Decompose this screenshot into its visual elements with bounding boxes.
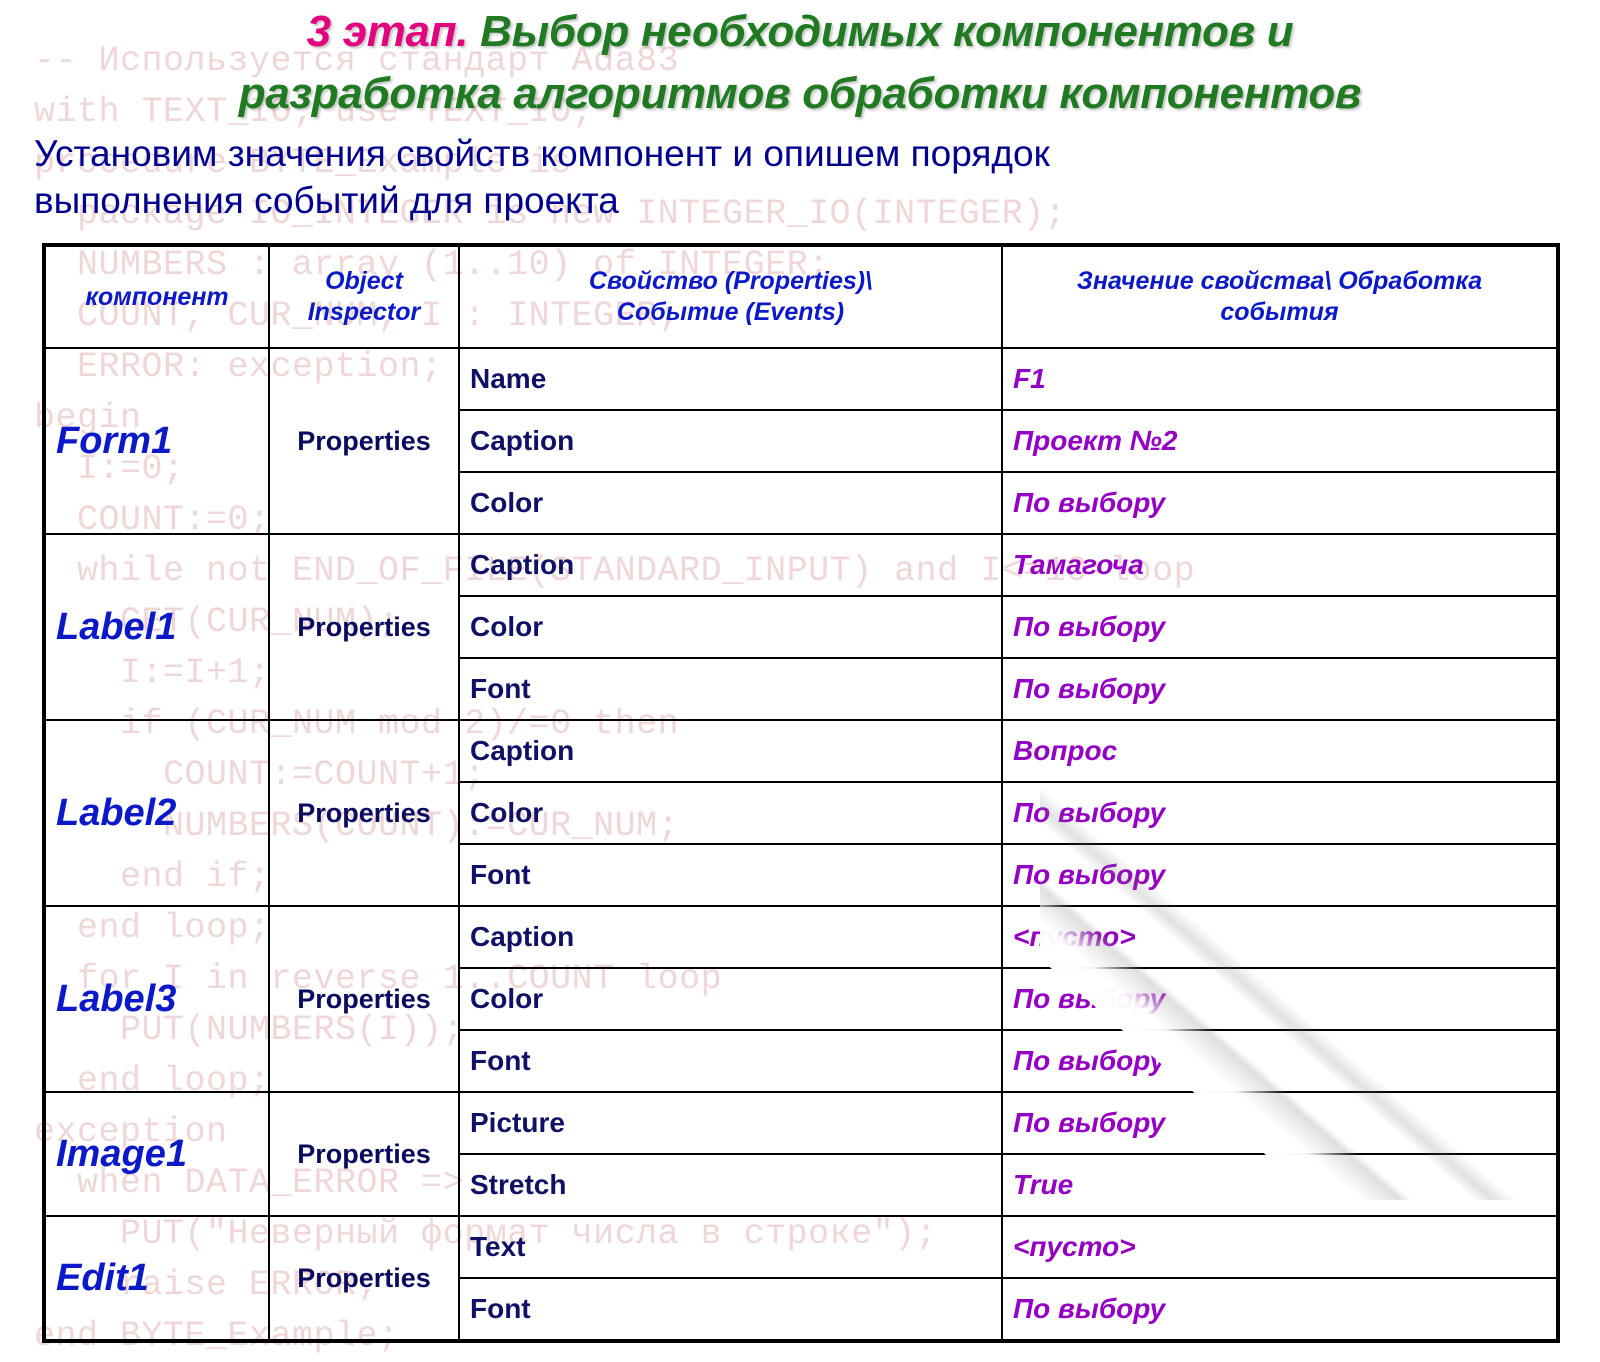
property-value-cell: По выбору (1001, 1091, 1559, 1155)
component-name-cell: Image1 (43, 1091, 270, 1217)
header-value-line1: Значение свойства\ Обработка (1076, 267, 1483, 295)
header-object-inspector: Object Inspector (268, 244, 460, 349)
property-name-cell: Caption (458, 409, 1003, 473)
header-property-line2: Событие (Events) (616, 298, 845, 326)
property-name-cell: Text (458, 1215, 1003, 1279)
property-value-cell: True (1001, 1153, 1559, 1217)
object-inspector-cell: Properties (268, 533, 460, 721)
property-value-cell: По выбору (1001, 595, 1559, 659)
slide-title-line-1: 3 этап. Выбор необходимых компонентов и (0, 0, 1600, 58)
object-inspector-cell: Properties (268, 905, 460, 1093)
table-header: компонент Object Inspector Свойство (Pro… (43, 244, 1559, 349)
property-name-cell: Picture (458, 1091, 1003, 1155)
header-object-inspector-line2: Inspector (307, 298, 421, 326)
header-component: компонент (43, 244, 270, 349)
property-name-cell: Color (458, 781, 1003, 845)
table-header-row: компонент Object Inspector Свойство (Pro… (43, 244, 1559, 349)
slide-title-line-2: разработка алгоритмов обработки компонен… (238, 69, 1362, 118)
component-name-cell: Label1 (43, 533, 270, 721)
property-name-cell: Font (458, 843, 1003, 907)
table-row: Form1 Properties Name F1 (43, 347, 1559, 535)
slide-canvas: 3 этап. Выбор необходимых компонентов и … (0, 0, 1600, 1343)
property-name-cell: Name (458, 347, 1003, 411)
property-value-cell: По выбору (1001, 967, 1559, 1031)
component-name-cell: Label2 (43, 719, 270, 907)
property-value-cell: Проект №2 (1001, 409, 1559, 473)
header-object-inspector-line1: Object (325, 267, 403, 295)
header-property-event: Свойство (Properties)\ Событие (Events) (458, 244, 1003, 349)
component-name-cell: Form1 (43, 347, 270, 535)
property-name-cell: Font (458, 1277, 1003, 1342)
property-value-cell: По выбору (1001, 471, 1559, 535)
table-row: Image1 Properties Picture По выбору (43, 1091, 1559, 1217)
property-value-cell: По выбору (1001, 1277, 1559, 1342)
table-row: Label1 Properties Caption Тамагоча (43, 533, 1559, 721)
property-name-cell: Color (458, 595, 1003, 659)
property-value-cell: По выбору (1001, 843, 1559, 907)
property-name-cell: Font (458, 1029, 1003, 1093)
header-value-handler: Значение свойства\ Обработка события (1001, 244, 1559, 349)
property-name-cell: Color (458, 967, 1003, 1031)
title-stage-number: 3 этап. (306, 7, 469, 56)
table-row: Edit1 Properties Text <пусто> (43, 1215, 1559, 1342)
property-value-cell: Вопрос (1001, 719, 1559, 783)
component-name-cell: Edit1 (43, 1215, 270, 1342)
object-inspector-cell: Properties (268, 1215, 460, 1342)
property-value-cell: По выбору (1001, 657, 1559, 721)
header-value-line2: события (1220, 298, 1339, 326)
property-value-cell: <пусто> (1001, 905, 1559, 969)
table-row: Label3 Properties Caption <пусто> (43, 905, 1559, 1093)
property-name-cell: Color (458, 471, 1003, 535)
header-property-line1: Свойство (Properties)\ (588, 267, 873, 295)
subtitle-text: Установим значения свойств компонент и о… (34, 133, 1050, 174)
table-row: Label2 Properties Caption Вопрос (43, 719, 1559, 907)
subtitle-last-line: выполнения событий для проекта (34, 180, 619, 221)
title-main-part-1: Выбор необходимых компонентов и (468, 7, 1294, 56)
property-name-cell: Caption (458, 533, 1003, 597)
property-value-cell: F1 (1001, 347, 1559, 411)
object-inspector-cell: Properties (268, 1091, 460, 1217)
property-name-cell: Stretch (458, 1153, 1003, 1217)
table-body: Form1 Properties Name F1 Caption Проект №2 Col… (43, 347, 1559, 1342)
component-name-cell: Label3 (43, 905, 270, 1093)
property-name-cell: Caption (458, 905, 1003, 969)
property-value-cell: <пусто> (1001, 1215, 1559, 1279)
object-inspector-cell: Properties (268, 719, 460, 907)
slide-subtitle: Установим значения свойств компонент и о… (34, 130, 1566, 224)
property-value-cell: По выбору (1001, 781, 1559, 845)
property-value-cell: Тамагоча (1001, 533, 1559, 597)
property-value-cell: По выбору (1001, 1029, 1559, 1093)
component-properties-table: компонент Object Inspector Свойство (Pro… (42, 243, 1560, 1343)
property-name-cell: Font (458, 657, 1003, 721)
property-name-cell: Caption (458, 719, 1003, 783)
object-inspector-cell: Properties (268, 347, 460, 535)
